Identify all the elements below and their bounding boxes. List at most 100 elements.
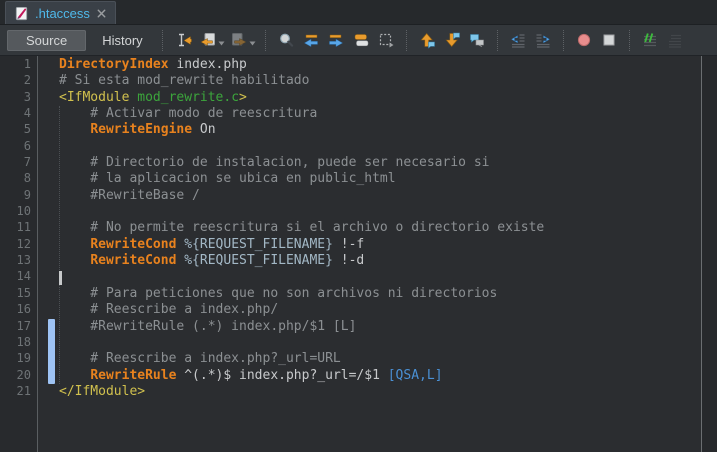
code-line[interactable]: # Directorio de instalacion, puede ser n…	[59, 155, 701, 171]
next-document-button[interactable]	[227, 28, 252, 52]
tab-htaccess[interactable]: .htaccess	[5, 1, 116, 24]
unindent-icon	[509, 31, 527, 49]
tab-title: .htaccess	[35, 5, 90, 21]
code-token: !-d	[332, 253, 365, 269]
editor-toolbar: Source History	[0, 25, 717, 56]
code-line[interactable]: # Reescribe a index.php?_url=URL	[59, 351, 701, 367]
code-token: mod_rewrite.c	[137, 89, 240, 105]
editor-window: { "tabbar": { "tab": { "title": ".htacce…	[0, 0, 717, 452]
line-number: 13	[16, 253, 31, 268]
code-token: <IfModule	[59, 89, 138, 105]
find-next-icon	[327, 31, 345, 49]
code-token: </IfModule>	[59, 383, 146, 399]
text-cursor	[59, 270, 62, 285]
modified-lines-bar	[48, 318, 55, 384]
comment-button[interactable]	[638, 28, 663, 52]
switch-windows-button[interactable]	[349, 28, 374, 52]
code-token: RewriteEngine	[90, 122, 193, 138]
code-line[interactable]: RewriteCond %{REQUEST_FILENAME} !-f	[59, 237, 701, 253]
code-line[interactable]	[59, 204, 701, 220]
code-line[interactable]: # Activar modo de reescritura	[59, 106, 701, 122]
line-number: 14	[16, 269, 31, 284]
uncomment-button[interactable]	[663, 28, 688, 52]
code-line[interactable]: RewriteCond %{REQUEST_FILENAME} !-d	[59, 253, 701, 269]
line-number: 16	[16, 302, 31, 317]
toolbar-separator	[562, 29, 565, 51]
unindent-button[interactable]	[506, 28, 531, 52]
code-line[interactable]: # No permite reescritura si el archivo o…	[59, 220, 701, 236]
code-line[interactable]: #RewriteRule (.*) index.php/$1 [L]	[59, 319, 701, 335]
code-comments-icon	[468, 31, 486, 49]
line-number: 21	[16, 383, 31, 398]
text-file-icon	[14, 6, 29, 21]
line-number: 20	[16, 367, 31, 382]
line-number: 2	[23, 73, 31, 88]
toolbar-separator	[161, 29, 164, 51]
record-macro-button[interactable]	[572, 28, 597, 52]
line-number-gutter[interactable]: 1 2 3 4 5 6 7 8 9 10 11 12 13 14 15 16 17 18 19 20 21	[0, 56, 38, 452]
code-line[interactable]: DirectoryIndex index.php	[59, 57, 701, 73]
line-number: 5	[23, 122, 31, 137]
search-button[interactable]	[274, 28, 299, 52]
code-line[interactable]: RewriteEngine On	[59, 122, 701, 138]
code-line[interactable]: </IfModule>	[59, 384, 701, 400]
code-token: # Directorio de instalacion, puede ser n…	[59, 155, 490, 171]
toolbar-separator	[496, 29, 499, 51]
toolbar-icon-groups	[155, 28, 688, 52]
history-tab-button[interactable]: History	[90, 30, 154, 51]
stop-macro-button[interactable]	[597, 28, 622, 52]
line-number: 4	[23, 106, 31, 121]
code-comments-button[interactable]	[465, 28, 490, 52]
previous-use-button[interactable]	[415, 28, 440, 52]
jump-to-cursor-icon	[174, 31, 192, 49]
stop-macro-icon	[600, 31, 618, 49]
next-use-button[interactable]	[440, 28, 465, 52]
code-token: # Reescribe a index.php/	[59, 302, 279, 318]
close-icon[interactable]	[96, 8, 107, 19]
block-selection-button[interactable]	[374, 28, 399, 52]
code-token: On	[192, 122, 216, 138]
code-line[interactable]	[59, 139, 701, 155]
code-line[interactable]	[59, 269, 701, 285]
code-line[interactable]: # Si esta mod_rewrite habilitado	[59, 73, 701, 89]
code-token: # la aplicacion se ubica en public_html	[59, 171, 396, 187]
code-line[interactable]: # Para peticiones que no son archivos ni…	[59, 286, 701, 302]
block-selection-icon	[377, 31, 395, 49]
vertical-scrollbar[interactable]	[701, 56, 717, 452]
code-area[interactable]: DirectoryIndex index.php # Si esta mod_re…	[59, 56, 701, 452]
code-line[interactable]: # la aplicacion se ubica en public_html	[59, 171, 701, 187]
code-token: # Para peticiones que no son archivos ni…	[59, 285, 498, 301]
toolbar-group	[171, 28, 258, 52]
code-line[interactable]: # Reescribe a index.php/	[59, 302, 701, 318]
source-tab-button[interactable]: Source	[7, 29, 87, 51]
toolbar-group	[506, 28, 556, 52]
jump-to-cursor-button[interactable]	[171, 28, 196, 52]
record-macro-icon	[575, 31, 593, 49]
next-document-icon	[230, 31, 248, 49]
code-token: >	[239, 89, 247, 105]
code-line[interactable]	[59, 335, 701, 351]
toolbar-group	[638, 28, 688, 52]
code-token: index.php	[168, 57, 247, 72]
code-line[interactable]: #RewriteBase /	[59, 188, 701, 204]
marker-border	[38, 56, 59, 452]
code-token: ^(.*)$ index.php?_url=/$1	[176, 367, 388, 383]
line-number: 19	[16, 351, 31, 366]
toolbar-group	[415, 28, 490, 52]
code-token: %{REQUEST_FILENAME}	[184, 236, 333, 252]
code-line[interactable]: <IfModule mod_rewrite.c>	[59, 90, 701, 106]
line-number: 3	[23, 89, 31, 104]
code-token: RewriteCond	[90, 236, 177, 252]
dropdown-caret-icon[interactable]	[218, 41, 225, 46]
line-number: 1	[23, 57, 31, 71]
code-line[interactable]: RewriteRule ^(.*)$ index.php?_url=/$1 [Q…	[59, 368, 701, 384]
find-previous-icon	[302, 31, 320, 49]
code-editor: 1 2 3 4 5 6 7 8 9 10 11 12 13 14 15 16 17 18 19 20 21 Direct…	[0, 56, 717, 452]
find-previous-button[interactable]	[299, 28, 324, 52]
find-next-button[interactable]	[324, 28, 349, 52]
indent-button[interactable]	[531, 28, 556, 52]
switch-windows-icon	[352, 31, 370, 49]
